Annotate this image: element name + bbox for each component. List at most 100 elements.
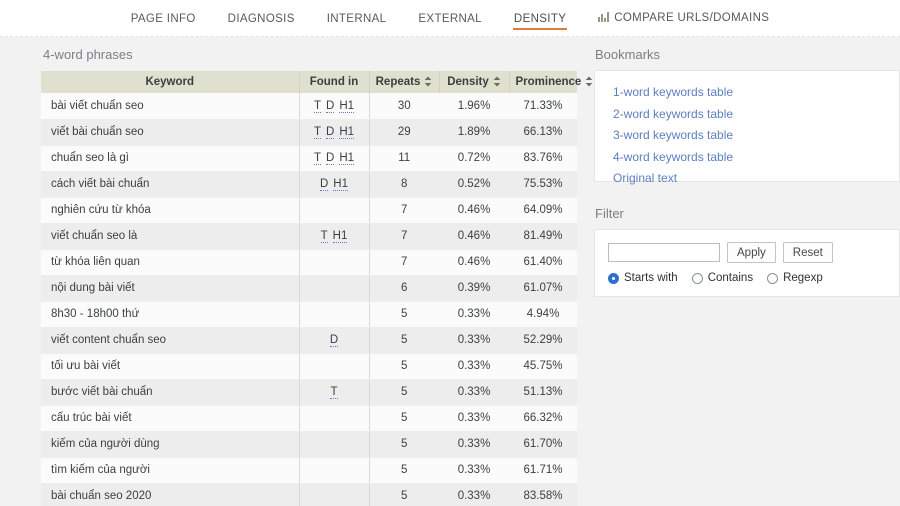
prominence-cell: 61.07% (509, 275, 577, 301)
keyword-cell[interactable]: chuẩn seo là gì (41, 145, 299, 171)
density-table-section: 4-word phrases KeywordFound inRepeats Den… (0, 37, 576, 506)
repeats-cell: 5 (369, 353, 439, 379)
found-in-cell (299, 405, 369, 431)
found-in-tag-d[interactable]: D (320, 178, 328, 191)
column-header-found-in[interactable]: Found in (299, 71, 369, 93)
found-in-tag-t[interactable]: T (314, 152, 321, 165)
column-header-label: Density (447, 76, 489, 88)
found-in-tag-t[interactable]: T (314, 126, 321, 139)
keyword-cell[interactable]: bước viết bài chuẩn (41, 379, 299, 405)
table-row: 8h30 - 18h00 thứ50.33%4.94% (41, 301, 577, 327)
density-cell: 0.33% (439, 353, 509, 379)
column-header-prominence[interactable]: Prominence (509, 71, 577, 93)
column-header-keyword[interactable]: Keyword (41, 71, 299, 93)
table-row: chuẩn seo là gìTDH1110.72%83.76% (41, 145, 577, 171)
radio-button[interactable] (608, 273, 619, 284)
keyword-cell[interactable]: 8h30 - 18h00 thứ (41, 301, 299, 327)
density-cell: 1.89% (439, 119, 509, 145)
top-navigation: PAGE INFO DIAGNOSIS INTERNAL EXTERNAL DENSIT… (0, 0, 900, 37)
apply-button[interactable]: Apply (727, 242, 776, 263)
column-header-density[interactable]: Density (439, 71, 509, 93)
radio-button[interactable] (767, 273, 778, 284)
filter-title: Filter (595, 206, 900, 221)
density-cell: 0.33% (439, 327, 509, 353)
keyword-cell[interactable]: cấu trúc bài viết (41, 405, 299, 431)
keyword-cell[interactable]: viết content chuẩn seo (41, 327, 299, 353)
filter-option-contains[interactable]: Contains (692, 272, 753, 284)
found-in-tag-h1[interactable]: H1 (333, 178, 348, 191)
found-in-tag-h1[interactable]: H1 (333, 230, 348, 243)
radio-button[interactable] (692, 273, 703, 284)
found-in-tag-d[interactable]: D (330, 334, 338, 347)
sort-toggle-icon[interactable] (493, 76, 501, 87)
nav-item-diagnosis[interactable]: DIAGNOSIS (212, 3, 311, 34)
column-header-repeats[interactable]: Repeats (369, 71, 439, 93)
nav-item-external[interactable]: EXTERNAL (402, 3, 498, 34)
density-cell: 0.33% (439, 301, 509, 327)
nav-item-label: PAGE INFO (131, 13, 196, 25)
nav-item-label: INTERNAL (327, 13, 387, 25)
density-cell: 0.46% (439, 249, 509, 275)
found-in-tag-t[interactable]: T (314, 100, 321, 113)
bookmark-link-5[interactable]: Original text (613, 170, 677, 188)
found-in-cell (299, 301, 369, 327)
keyword-cell[interactable]: viết bài chuẩn seo (41, 119, 299, 145)
found-in-tag-h1[interactable]: H1 (339, 100, 354, 113)
repeats-cell: 30 (369, 93, 439, 119)
reset-button[interactable]: Reset (783, 242, 833, 263)
found-in-cell: TD H1 (299, 145, 369, 171)
found-in-cell (299, 457, 369, 483)
filter-option-label: Regexp (783, 272, 823, 284)
found-in-tag-t[interactable]: T (330, 386, 337, 399)
keyword-cell[interactable]: nội dung bài viết (41, 275, 299, 301)
found-in-tag-d[interactable]: D (326, 100, 334, 113)
bookmark-link-3[interactable]: 3-word keywords table (613, 127, 733, 145)
found-in-tag-h1[interactable]: H1 (339, 126, 354, 139)
table-row: viết content chuẩn seoD50.33%52.29% (41, 327, 577, 353)
found-in-tag-d[interactable]: D (326, 152, 334, 165)
filter-controls-row: Apply Reset (608, 242, 886, 263)
found-in-tag-d[interactable]: D (326, 126, 334, 139)
keyword-cell[interactable]: nghiên cứu từ khóa (41, 197, 299, 223)
filter-option-regexp[interactable]: Regexp (767, 272, 823, 284)
table-row: kiếm của người dùng50.33%61.70% (41, 431, 577, 457)
filter-input[interactable] (608, 243, 720, 262)
filter-option-starts-with[interactable]: Starts with (608, 272, 678, 284)
nav-item-label: EXTERNAL (418, 13, 482, 25)
keyword-cell[interactable]: bài chuẩn seo 2020 (41, 483, 299, 506)
found-in-tag-t[interactable]: T (321, 230, 328, 243)
nav-item-density[interactable]: DENSITY (498, 3, 582, 34)
keyword-cell[interactable]: viết chuẩn seo là (41, 223, 299, 249)
keyword-cell[interactable]: kiếm của người dùng (41, 431, 299, 457)
filter-section: Filter Apply Reset Starts with Contains Re… (594, 206, 900, 297)
table-row: bước viết bài chuẩnT50.33%51.13% (41, 379, 577, 405)
sort-toggle-icon[interactable] (424, 76, 432, 87)
keyword-cell[interactable]: từ khóa liên quan (41, 249, 299, 275)
prominence-cell: 61.71% (509, 457, 577, 483)
nav-item-internal[interactable]: INTERNAL (311, 3, 403, 34)
bookmark-link-2[interactable]: 2-word keywords table (613, 106, 733, 124)
keyword-cell[interactable]: cách viết bài chuẩn (41, 171, 299, 197)
prominence-cell: 81.49% (509, 223, 577, 249)
nav-item-compare-urls-domains[interactable]: COMPARE URLS/DOMAINS (582, 2, 785, 34)
found-in-tag-h1[interactable]: H1 (339, 152, 354, 165)
bookmark-link-4[interactable]: 4-word keywords table (613, 149, 733, 167)
keyword-cell[interactable]: bài viết chuẩn seo (41, 93, 299, 119)
page-title: 4-word phrases (43, 47, 576, 62)
keyword-cell[interactable]: tìm kiếm của người (41, 457, 299, 483)
found-in-cell (299, 249, 369, 275)
table-body: bài viết chuẩn seoTDH1301.96%71.33%viết … (41, 93, 577, 506)
table-row: cấu trúc bài viết50.33%66.32% (41, 405, 577, 431)
filter-option-label: Contains (708, 272, 753, 284)
bookmarks-section: Bookmarks 1-word keywords table2-word ke… (594, 47, 900, 182)
repeats-cell: 7 (369, 197, 439, 223)
keyword-cell[interactable]: tối ưu bài viết (41, 353, 299, 379)
page-body: 4-word phrases KeywordFound inRepeats Den… (0, 37, 900, 506)
bookmark-link-1[interactable]: 1-word keywords table (613, 84, 733, 102)
filter-mode-radio-group: Starts with Contains Regexp (608, 272, 886, 284)
prominence-cell: 66.32% (509, 405, 577, 431)
nav-item-page-info[interactable]: PAGE INFO (115, 3, 212, 34)
prominence-cell: 51.13% (509, 379, 577, 405)
density-cell: 0.33% (439, 483, 509, 506)
density-cell: 0.39% (439, 275, 509, 301)
